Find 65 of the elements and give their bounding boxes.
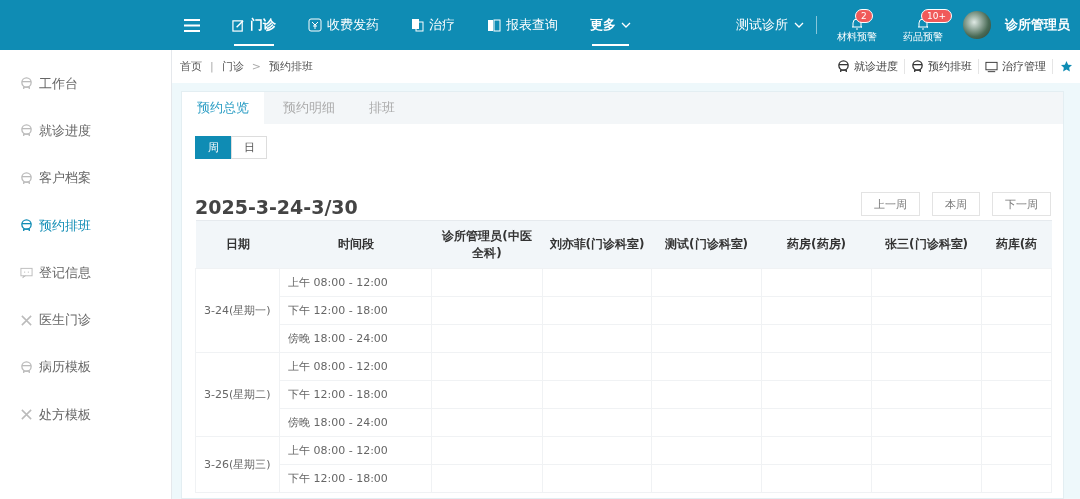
sidebar-item[interactable]: 客户档案 <box>0 154 171 202</box>
view-toggle-button[interactable]: 周 <box>195 136 231 159</box>
avatar[interactable] <box>963 11 991 39</box>
sidebar-item[interactable]: 就诊进度 <box>0 107 171 155</box>
alert-label[interactable]: 药品预警 <box>903 29 943 44</box>
date-cell: 3-24(星期一) <box>195 268 280 353</box>
breadcrumb-separator: > <box>251 60 261 73</box>
column-header: 刘亦菲(门诊科室) <box>542 220 652 269</box>
column-header: 张三(门诊科室) <box>871 220 982 269</box>
book-icon <box>487 18 501 32</box>
menu-icon[interactable] <box>184 18 200 32</box>
time-slot-cell: 傍晚 18:00 - 24:00 <box>279 408 432 437</box>
column-header: 测试(门诊科室) <box>651 220 762 269</box>
caret-icon <box>794 22 804 28</box>
column-header: 时间段 <box>279 220 432 269</box>
shortcut-link[interactable]: 预约排班 <box>905 59 979 74</box>
chat-icon <box>20 266 33 279</box>
view-toggle-button[interactable]: 日 <box>231 136 267 159</box>
column-header: 日期 <box>195 220 280 269</box>
sidebar-item[interactable]: 登记信息 <box>0 249 171 297</box>
clinic-selector[interactable]: 测试诊所 <box>736 16 817 34</box>
breadcrumb-link[interactable]: 首页 <box>180 59 202 74</box>
breadcrumb-link[interactable]: 预约排班 <box>268 59 313 74</box>
nav-tab[interactable]: 更多 <box>574 0 647 50</box>
nav-tab[interactable]: 收费发药 <box>292 0 395 50</box>
column-header: 药房(药房) <box>761 220 872 269</box>
bell-icon[interactable] <box>917 16 929 30</box>
sidebar-item[interactable]: 病历模板 <box>0 343 171 392</box>
sidebar-item[interactable]: 工作台 <box>0 60 171 108</box>
monitor-icon <box>985 60 998 73</box>
week-nav-button[interactable]: 上一周 <box>861 192 920 216</box>
week-nav-button[interactable]: 本周 <box>932 192 980 216</box>
count-badge: 10+ <box>921 8 952 23</box>
bell-icon[interactable] <box>851 16 863 30</box>
star-icon[interactable] <box>1061 61 1072 72</box>
count-badge: 2 <box>855 8 873 23</box>
shortcut-link[interactable]: 治疗管理 <box>979 59 1053 74</box>
edit-icon <box>232 18 245 32</box>
week-nav-button[interactable]: 下一周 <box>992 192 1051 216</box>
user-name[interactable]: 诊所管理员 <box>1005 16 1070 34</box>
time-slot-cell: 下午 12:00 - 18:00 <box>279 296 432 325</box>
nav-tab[interactable]: 治疗 <box>395 0 471 50</box>
time-slot-cell: 下午 12:00 - 18:00 <box>279 464 432 493</box>
column-header: 药库(药 <box>981 220 1052 269</box>
nav-tab[interactable]: 门诊 <box>216 0 292 50</box>
column-header: 诊所管理员(中医全科) <box>431 220 543 269</box>
time-slot-cell: 上午 08:00 - 12:00 <box>279 352 432 381</box>
sidebar-item[interactable]: 处方模板 <box>0 391 171 439</box>
sidebar-item[interactable]: 预约排班 <box>0 201 171 250</box>
caret-icon <box>621 22 631 28</box>
time-slot-cell: 上午 08:00 - 12:00 <box>279 268 432 297</box>
breadcrumb-link[interactable]: 门诊 <box>221 59 244 74</box>
shortcut-link[interactable]: 就诊进度 <box>831 59 905 74</box>
date-cell: 3-26(星期三) <box>195 436 280 493</box>
week-title: 2025-3-24-3/30 <box>195 196 358 218</box>
time-slot-cell: 傍晚 18:00 - 24:00 <box>279 324 432 353</box>
date-cell: 3-25(星期二) <box>195 352 280 437</box>
breadcrumb-separator: | <box>210 60 214 73</box>
document-icon <box>411 18 424 32</box>
time-slot-cell: 下午 12:00 - 18:00 <box>279 380 432 409</box>
nav-tab[interactable]: 报表查询 <box>471 0 574 50</box>
alert-label[interactable]: 材料预警 <box>837 29 877 44</box>
time-slot-cell: 上午 08:00 - 12:00 <box>279 436 432 465</box>
tab[interactable]: 预约总览 <box>182 92 264 124</box>
sidebar-item[interactable]: 医生门诊 <box>0 296 171 344</box>
